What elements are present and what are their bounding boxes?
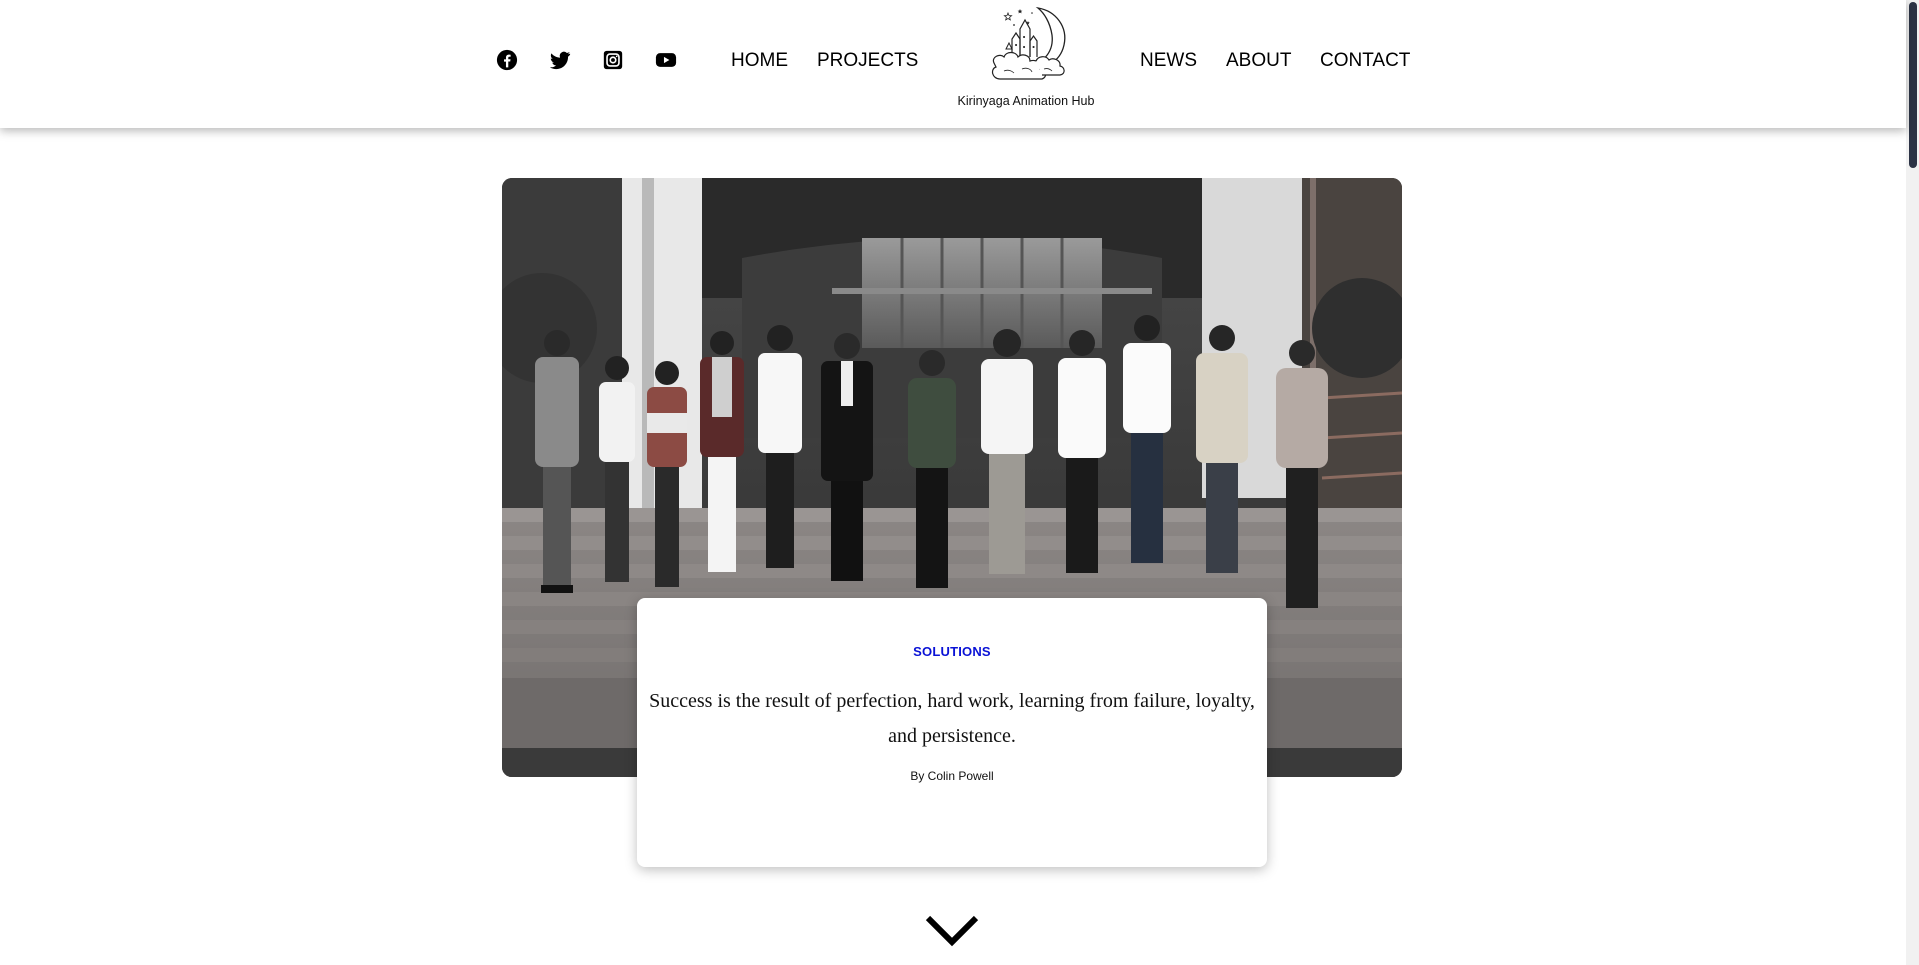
instagram-icon[interactable]: [602, 49, 624, 71]
card-author: By Colin Powell: [910, 769, 994, 783]
moon-castle-logo-icon[interactable]: [986, 5, 1072, 85]
page: HOME PROJECTS Kirinyaga Animation Hub NE…: [0, 0, 1919, 965]
brand-name: Kirinyaga Animation Hub: [957, 94, 1095, 108]
scrollbar-thumb[interactable]: [1909, 2, 1917, 168]
nav-news[interactable]: NEWS: [1140, 50, 1197, 72]
page-scrollbar[interactable]: [1906, 0, 1919, 965]
nav-contact[interactable]: CONTACT: [1320, 50, 1410, 72]
nav-projects[interactable]: PROJECTS: [817, 50, 918, 72]
youtube-icon[interactable]: [655, 49, 677, 71]
twitter-icon[interactable]: [549, 49, 571, 71]
card-category[interactable]: SOLUTIONS: [637, 644, 1267, 659]
chevron-down-icon[interactable]: [925, 914, 979, 948]
nav-about[interactable]: ABOUT: [1226, 50, 1291, 72]
site-header: HOME PROJECTS Kirinyaga Animation Hub NE…: [0, 0, 1906, 128]
facebook-icon[interactable]: [496, 49, 518, 71]
nav-home[interactable]: HOME: [731, 50, 788, 72]
quote-card: SOLUTIONS Success is the result of perfe…: [637, 598, 1267, 867]
card-quote: Success is the result of perfection, har…: [649, 690, 1255, 747]
